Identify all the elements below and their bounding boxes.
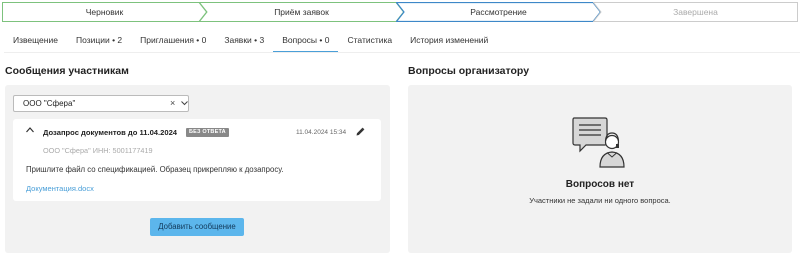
messages-panel: ООО "Сфера" × Дозапрос документов до 11.… xyxy=(5,85,390,253)
tab-bar: Извещение Позиции • 2 Приглашения • 0 За… xyxy=(4,30,497,52)
status-stepper: Черновик Приём заявок Рассмотрение Завер… xyxy=(0,2,800,22)
tab-divider xyxy=(4,52,800,53)
tab-applications[interactable]: Заявки • 3 xyxy=(215,30,273,52)
message-text: Пришлите файл со спецификацией. Образец … xyxy=(26,165,284,174)
empty-state-title: Вопросов нет xyxy=(565,179,635,190)
step-draft-label: Черновик xyxy=(85,7,124,17)
step-finished: Завершена xyxy=(593,2,798,22)
step-accepting-label: Приём заявок xyxy=(274,7,329,17)
participant-select[interactable]: ООО "Сфера" × xyxy=(13,95,189,112)
step-draft: Черновик xyxy=(2,2,207,22)
step-accepting: Приём заявок xyxy=(199,2,404,22)
attachment-link[interactable]: Документация.docx xyxy=(26,184,94,193)
tab-history[interactable]: История изменений xyxy=(401,30,497,52)
empty-state-subtitle: Участники не задали ни одного вопроса. xyxy=(529,196,671,205)
tab-questions[interactable]: Вопросы • 0 xyxy=(273,30,339,52)
tab-positions[interactable]: Позиции • 2 xyxy=(67,30,131,52)
add-message-button[interactable]: Добавить сообщение xyxy=(150,218,244,236)
pencil-icon[interactable] xyxy=(355,127,365,137)
tab-invitations[interactable]: Приглашения • 0 xyxy=(131,30,215,52)
status-badge: БЕЗ ОТВЕТА xyxy=(186,128,229,137)
chat-person-icon xyxy=(572,117,625,168)
step-finished-label: Завершена xyxy=(673,7,718,17)
messages-section-title: Сообщения участникам xyxy=(5,65,129,77)
chevron-up-icon[interactable] xyxy=(26,127,34,133)
step-review: Рассмотрение xyxy=(396,2,601,22)
message-subject: Дозапрос документов до 11.04.2024 xyxy=(43,128,178,137)
questions-section-title: Вопросы организатору xyxy=(408,65,530,77)
clear-icon[interactable]: × xyxy=(170,96,175,111)
message-sender: ООО "Сфера" ИНН: 5001177419 xyxy=(43,146,153,155)
chevron-down-icon[interactable] xyxy=(181,101,188,106)
questions-panel: Вопросов нет Участники не задали ни одно… xyxy=(408,85,792,253)
tab-notice[interactable]: Извещение xyxy=(4,30,67,52)
tab-statistics[interactable]: Статистика xyxy=(338,30,401,52)
participant-select-value: ООО "Сфера" xyxy=(23,99,76,108)
message-card: Дозапрос документов до 11.04.2024 БЕЗ ОТ… xyxy=(13,119,381,201)
message-date: 11.04.2024 15:34 xyxy=(296,129,347,136)
step-review-label: Рассмотрение xyxy=(470,7,527,17)
